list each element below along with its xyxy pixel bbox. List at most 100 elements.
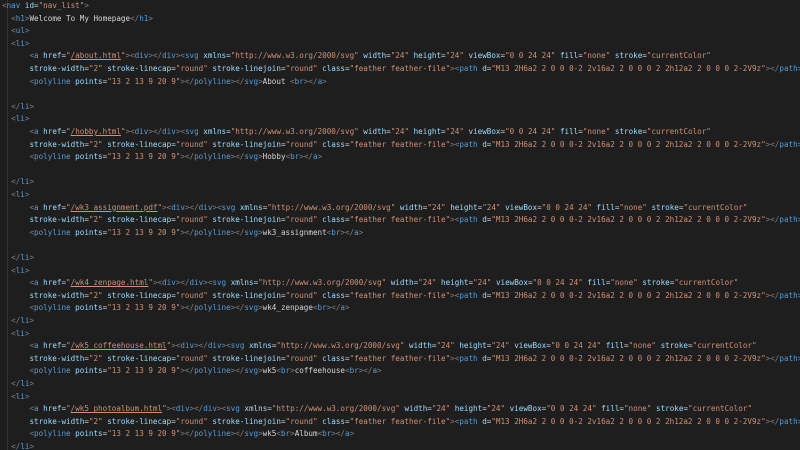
code-tag-name: polyline <box>194 429 231 439</box>
code-line[interactable]: <polyline points="13 2 13 9 20 9"></poly… <box>2 227 363 240</box>
code-attribute: stroke <box>614 127 643 136</box>
code-string: "feather feather-file" <box>349 353 451 363</box>
code-line[interactable]: stroke-width="2" stroke-linecap="round" … <box>2 63 800 76</box>
code-string: "2" <box>88 290 103 300</box>
code-punctuation: ></ <box>184 202 199 212</box>
code-attribute: href <box>43 51 62 61</box>
code-attribute: width <box>409 341 432 351</box>
code-attribute: viewBox <box>468 51 501 61</box>
code-text: Album <box>294 429 318 439</box>
code-line[interactable]: <polyline points="13 2 13 9 20 9"></poly… <box>2 76 327 89</box>
code-line[interactable]: </li> <box>2 378 34 391</box>
code-line[interactable]: <ul> <box>2 25 29 38</box>
code-text: Hobby <box>262 152 286 162</box>
code-line[interactable]: </li> <box>2 101 34 114</box>
code-string: "round" <box>175 139 208 149</box>
code-line[interactable]: <li> <box>2 265 29 278</box>
code-line[interactable]: </li> <box>2 252 34 265</box>
code-punctuation: > <box>24 391 30 401</box>
code-line[interactable]: </li> <box>2 176 34 189</box>
code-line[interactable]: stroke-width="2" stroke-linecap="round" … <box>2 139 800 152</box>
code-attribute: stroke-linecap <box>107 416 172 426</box>
code-editor[interactable]: <nav id="nav_list"> <h1>Welcome To My Ho… <box>0 0 800 450</box>
code-line[interactable]: stroke-width="2" stroke-linecap="round" … <box>2 214 800 227</box>
code-tag-name: svg <box>212 278 227 288</box>
code-string: "0 0 24 24" <box>532 278 583 288</box>
code-line[interactable]: <li> <box>2 391 29 404</box>
code-line[interactable]: <li> <box>2 38 29 51</box>
code-punctuation: > <box>322 76 327 86</box>
code-tag-name: polyline <box>34 429 71 439</box>
code-punctuation: ></ <box>230 303 245 313</box>
code-line[interactable]: <li> <box>2 189 29 202</box>
code-line[interactable]: <li> <box>2 328 29 341</box>
code-punctuation: > <box>84 1 89 10</box>
code-punctuation: ></ <box>230 227 245 237</box>
code-attribute: fill <box>559 127 579 136</box>
code-line[interactable]: <polyline points="13 2 13 9 20 9"></poly… <box>2 302 349 315</box>
code-line[interactable]: stroke-width="2" stroke-linecap="round" … <box>2 416 800 429</box>
code-line[interactable]: <h1>Welcome To My Homepage</h1> <box>2 13 153 26</box>
code-line[interactable]: </li> <box>2 441 34 450</box>
code-string: "round" <box>175 215 208 225</box>
code-line[interactable]: <a href="/wk3_assignment.pdf"><div></div… <box>2 202 747 215</box>
code-tag-name: li <box>15 190 25 199</box>
code-line[interactable]: <a href="/wk4_zenpage.html"><div></div><… <box>2 277 738 290</box>
code-attribute: id <box>24 1 35 10</box>
code-string: "feather feather-file" <box>349 139 451 149</box>
code-line[interactable]: <polyline points="13 2 13 9 20 9"></poly… <box>2 365 381 378</box>
code-line[interactable]: <li> <box>2 113 29 126</box>
code-link[interactable]: /wk3_assignment.pdf <box>71 203 158 212</box>
code-line[interactable]: <a href="/wk5_photoalbum.html"><div></di… <box>2 403 752 416</box>
code-link[interactable]: /wk5_coffeehouse.html <box>71 341 167 350</box>
code-text: Welcome To My Homepage <box>29 13 131 23</box>
code-attribute: class <box>322 290 345 300</box>
code-string: "2" <box>88 416 103 426</box>
code-attribute: class <box>322 64 345 73</box>
code-string: "none" <box>623 404 652 414</box>
code-line[interactable]: <a href="/hobby.html"><div></div><svg xm… <box>2 126 710 139</box>
code-link[interactable]: /hobby.html <box>71 127 121 136</box>
code-punctuation: ></ <box>765 290 780 300</box>
code-tag-name: svg <box>244 303 259 313</box>
code-punctuation: </ <box>11 316 21 325</box>
code-link[interactable]: /wk4_zenpage.html <box>71 278 149 287</box>
code-line[interactable]: <polyline points="13 2 13 9 20 9"></poly… <box>2 151 322 164</box>
code-attribute: stroke-linecap <box>107 353 172 363</box>
code-string: "round" <box>285 290 318 300</box>
code-attribute: stroke-linecap <box>107 215 172 225</box>
code-tag-name: path <box>779 290 798 300</box>
code-tag-name: svg <box>244 152 259 162</box>
code-string: "0 0 24 24" <box>546 404 597 414</box>
code-string: "currentColor" <box>692 341 757 351</box>
code-string: "13 2 13 9 20 9" <box>107 366 181 376</box>
code-line[interactable]: stroke-width="2" stroke-linecap="round" … <box>2 353 800 366</box>
code-line[interactable]: <nav id="nav_list"> <box>2 0 89 13</box>
code-string: "http://www.w3.org/2000/svg" <box>267 202 396 212</box>
code-attribute: height <box>459 341 487 351</box>
code-string: "nav_list" <box>38 1 85 10</box>
code-attribute: stroke-linejoin <box>212 416 281 426</box>
code-attribute: fill <box>587 278 606 288</box>
code-tag-name: polyline <box>34 76 71 86</box>
code-text: About <box>262 76 291 86</box>
code-string: "0 0 24 24" <box>541 202 592 212</box>
code-link[interactable]: /about.html <box>71 51 121 60</box>
code-line[interactable]: <a href="/about.html"><div></div><svg xm… <box>2 50 710 63</box>
code-tag-name: polyline <box>34 152 71 162</box>
code-line[interactable]: <a href="/wk5_coffeehouse.html"><div></d… <box>2 340 757 353</box>
code-tag-name: path <box>459 353 478 363</box>
code-line[interactable]: </li> <box>2 315 34 328</box>
code-line[interactable]: stroke-width="2" stroke-linecap="round" … <box>2 290 800 303</box>
code-line[interactable]: <polyline points="13 2 13 9 20 9"></poly… <box>2 428 354 441</box>
code-link[interactable]: /wk5_photoalbum.html <box>71 404 162 413</box>
code-string: "24" <box>418 278 437 288</box>
code-string: "0 0 24 24" <box>550 341 602 351</box>
